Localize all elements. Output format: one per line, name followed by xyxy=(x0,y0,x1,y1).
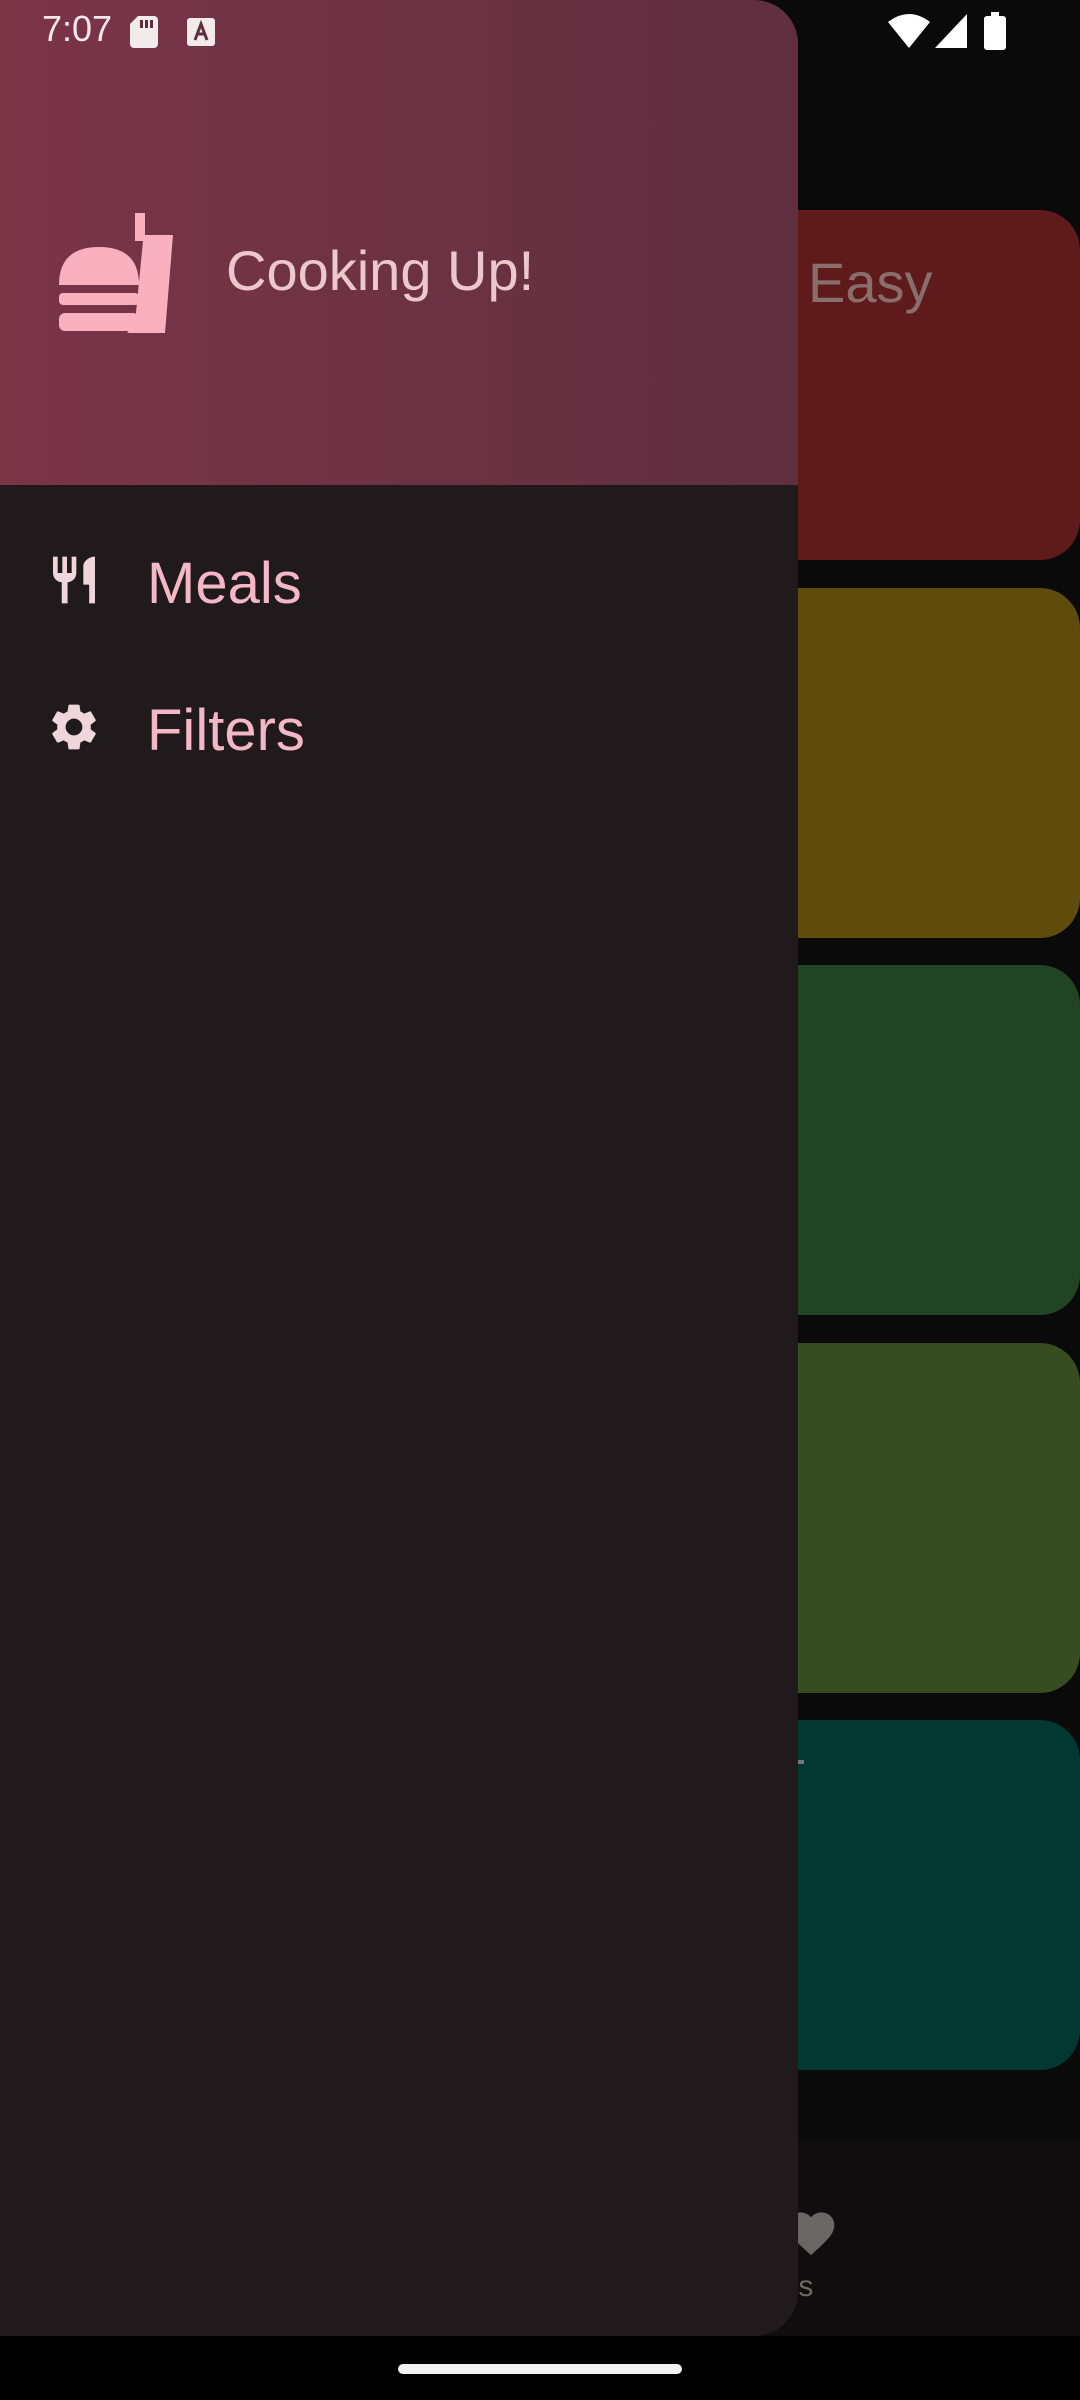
screen: Easy orites Cooking Up! xyxy=(0,0,1080,2400)
a-notification-icon xyxy=(187,18,215,46)
home-gesture-handle[interactable] xyxy=(398,2364,682,2374)
fastfood-icon xyxy=(59,213,173,333)
drawer-header-title: Cooking Up! xyxy=(226,239,535,302)
navigation-drawer: Cooking Up! Meals Filters xyxy=(0,0,798,2336)
drawer-header: Cooking Up! xyxy=(0,0,798,485)
drawer-item-label: Filters xyxy=(147,698,305,763)
battery-icon xyxy=(984,12,1006,50)
status-time: 7:07 xyxy=(42,8,113,49)
restaurant-icon xyxy=(53,556,95,604)
category-card-title: Easy xyxy=(808,251,933,314)
status-bar: 7:07 xyxy=(0,0,1080,64)
drawer-item-meals[interactable]: Meals xyxy=(0,510,798,650)
settings-icon xyxy=(52,704,96,750)
drawer-item-filters[interactable]: Filters xyxy=(0,657,798,797)
signal-icon xyxy=(935,14,967,48)
wifi-icon xyxy=(888,14,930,48)
drawer-item-label: Meals xyxy=(147,551,302,616)
sd-card-icon xyxy=(130,16,158,48)
